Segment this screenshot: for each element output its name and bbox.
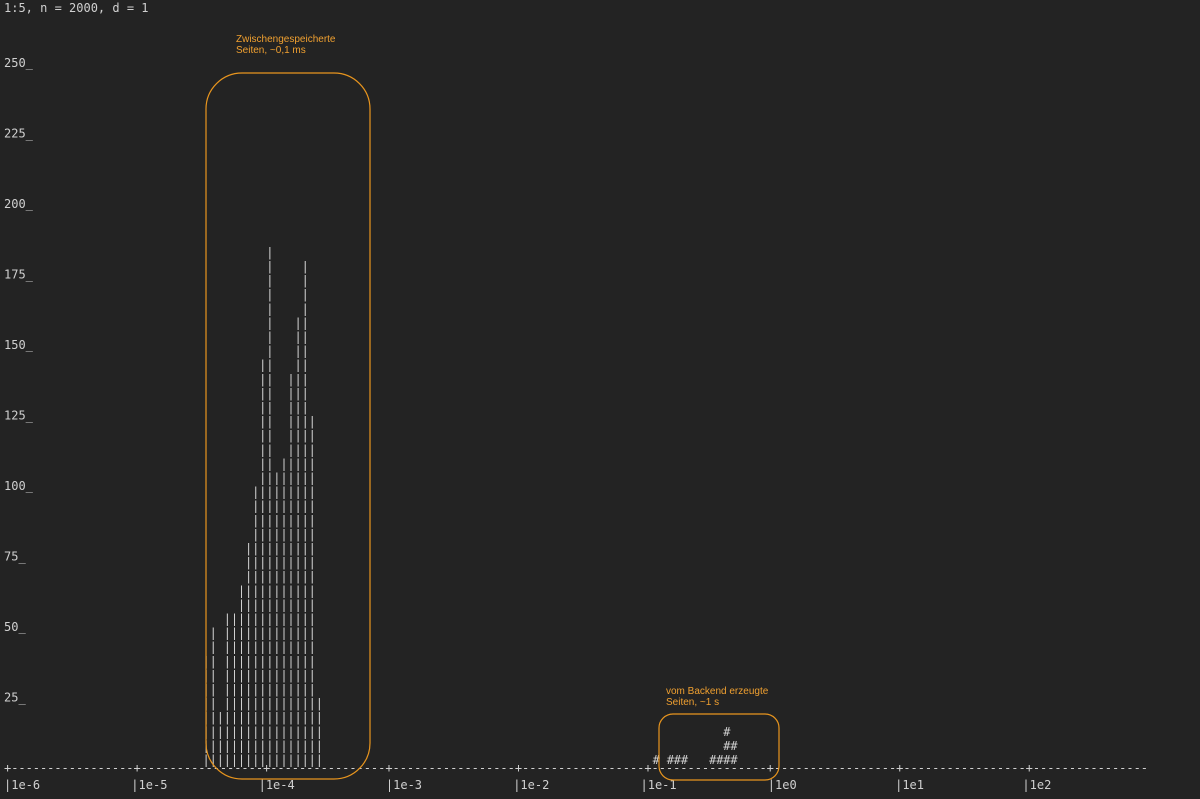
svg-text:|: | [266,302,273,316]
svg-text:|: | [309,556,316,570]
svg-text:|: | [309,513,316,527]
svg-text:|: | [266,457,273,471]
svg-text:|: | [266,288,273,302]
svg-text:|: | [266,401,273,415]
x-tick-label: |1e1 [895,778,924,792]
y-tick-label: 50_ [4,620,26,634]
svg-text:|: | [210,640,217,654]
svg-text:|: | [266,330,273,344]
svg-text:|: | [309,429,316,443]
svg-text:|: | [309,499,316,513]
svg-text:|: | [309,542,316,556]
svg-text:|: | [316,725,323,739]
svg-text:|: | [302,401,309,415]
svg-text:|: | [210,697,217,711]
annotation: Zwischengespeicherte Seiten, ~0,1 ms [236,34,336,56]
svg-text:|: | [316,739,323,753]
svg-text:|: | [302,302,309,316]
y-axis: 25_ 50_ 75_ 100_ 125_ 150_ 175_ 200_ 225_ 250_ [4,56,34,705]
svg-text:|: | [266,344,273,358]
svg-text:|: | [309,527,316,541]
svg-text:|: | [266,429,273,443]
y-tick-label: 250_ [4,56,34,70]
svg-text:|: | [266,316,273,330]
y-tick-label: 125_ [4,409,34,423]
svg-text:|: | [302,330,309,344]
svg-text:|: | [210,683,217,697]
x-tick-label: |1e-5 [131,778,167,792]
svg-text:|: | [316,711,323,725]
svg-text:|: | [309,471,316,485]
svg-text:|: | [309,683,316,697]
svg-text:|: | [302,274,309,288]
x-tick-label: |1e-4 [259,778,295,792]
x-tick-label: |1e-2 [513,778,549,792]
svg-text:|: | [266,274,273,288]
annotation: vom Backend erzeugte Seiten, ~1 s [666,686,769,708]
svg-text:|: | [309,485,316,499]
svg-text:|: | [309,626,316,640]
y-tick-label: 25_ [4,691,26,705]
svg-text:|: | [210,654,217,668]
y-tick-label: 225_ [4,127,34,141]
svg-text:|: | [309,415,316,429]
svg-text:|: | [302,372,309,386]
svg-text:|: | [309,612,316,626]
svg-text:|: | [266,415,273,429]
svg-text:|: | [302,316,309,330]
x-tick-labels: |1e-6 |1e-5 |1e-4 |1e-3 |1e-2 |1e-1 |1e0 |1e1 |1… [4,778,1051,792]
bar: ||||| [316,697,323,767]
svg-text:#: # [730,739,738,753]
svg-text:|: | [309,598,316,612]
svg-text:|: | [316,697,323,711]
svg-text:|: | [302,344,309,358]
x-tick-label: |1e2 [1022,778,1051,792]
svg-text:|: | [302,260,309,274]
svg-text:|: | [302,386,309,400]
x-tick-label: |1e-3 [386,778,422,792]
svg-text:|: | [309,654,316,668]
svg-text:|: | [309,570,316,584]
svg-text:|: | [266,386,273,400]
svg-text:|: | [309,668,316,682]
x-tick-label: |1e0 [768,778,797,792]
x-tick-label: |1e-6 [4,778,40,792]
y-tick-label: 100_ [4,479,34,493]
chart-header: 1:5, n = 2000, d = 1 [4,1,149,15]
svg-text:|: | [210,626,217,640]
svg-text:|: | [309,640,316,654]
annotations: Zwischengespeicherte Seiten, ~0,1 ms vom B… [236,34,769,708]
svg-text:|: | [210,668,217,682]
svg-text:|: | [309,443,316,457]
svg-text:|: | [266,245,273,259]
svg-text:|: | [302,288,309,302]
svg-text:|: | [302,358,309,372]
svg-text:|: | [309,584,316,598]
svg-text:|: | [266,358,273,372]
svg-text:|: | [266,260,273,274]
svg-text:|: | [309,457,316,471]
svg-text:|: | [266,372,273,386]
y-tick-label: 150_ [4,338,34,352]
y-tick-label: 175_ [4,268,34,282]
bars: ||||||||||||||||||||||||||||||||||||||||… [203,245,739,767]
x-axis-line: +-----------------+-----------------+---… [4,761,1148,775]
y-tick-label: 75_ [4,550,26,564]
svg-text:|: | [266,443,273,457]
histogram-chart: 1:5, n = 2000, d = 1 25_ 50_ 75_ 100_ 125_ 15… [4,1,1148,792]
y-tick-label: 200_ [4,197,34,211]
svg-text:#: # [723,725,731,739]
x-axis: +-----------------+-----------------+---… [4,761,1148,775]
